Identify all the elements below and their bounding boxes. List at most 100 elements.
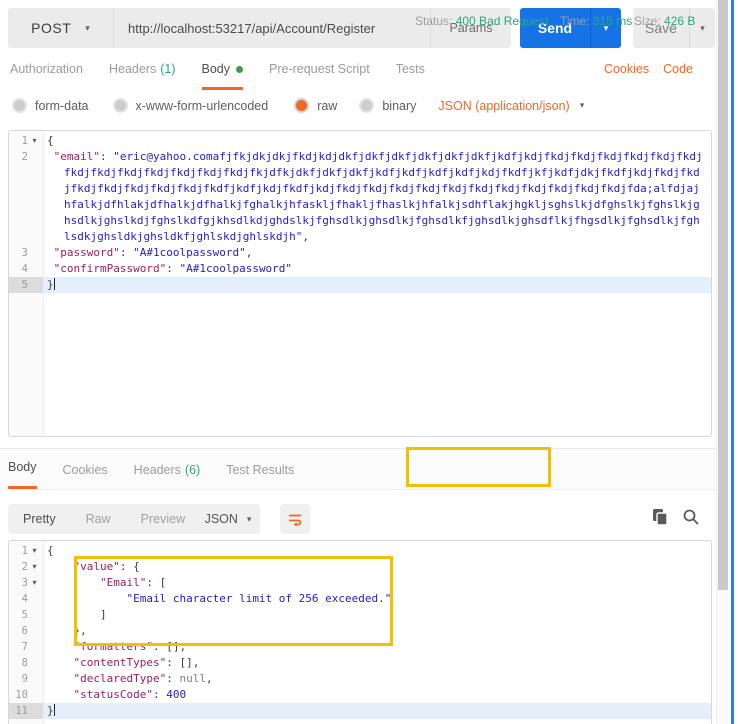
line-number: 9 xyxy=(9,671,28,687)
token-punc xyxy=(47,688,74,701)
gutter-cell: 3 xyxy=(9,245,43,261)
method-label: POST xyxy=(31,20,71,36)
fold-toggle-icon[interactable]: ▾ xyxy=(28,559,41,575)
response-view-group: Pretty Raw Preview xyxy=(8,504,200,534)
token-punc: : { xyxy=(120,560,140,573)
radio-binary[interactable]: binary xyxy=(359,98,416,113)
copy-response-button[interactable] xyxy=(652,508,669,532)
radio-icon xyxy=(113,98,128,113)
token-punc: : xyxy=(166,672,179,685)
token-punc xyxy=(47,576,100,589)
radio-label: binary xyxy=(382,99,416,113)
token-punc: }, xyxy=(47,624,87,637)
content-type-select[interactable]: JSON (application/json) ▾ xyxy=(438,99,584,113)
token-punc: : [ xyxy=(146,576,166,589)
response-tab-headers[interactable]: Headers(6) xyxy=(134,463,201,489)
radio-raw[interactable]: raw xyxy=(294,98,337,113)
line-number: 7 xyxy=(9,639,28,655)
fold-toggle-icon[interactable]: ▾ xyxy=(28,543,41,559)
size-value: 426 B xyxy=(664,14,695,28)
radio-form-data[interactable]: form-data xyxy=(12,98,89,113)
request-body-editor[interactable]: 1▾{2 "email": "eric@yahoo.comafjfkjdkjdk… xyxy=(8,130,712,437)
token-key: "confirmPassword" xyxy=(54,262,167,275)
cookies-link[interactable]: Cookies xyxy=(604,62,649,76)
code-link[interactable]: Code xyxy=(663,62,693,76)
token-atom: null xyxy=(179,672,206,685)
token-punc xyxy=(47,262,54,275)
gutter-cell: 11 xyxy=(9,703,43,719)
token-str: "eric@yahoo.comafjfkjdkjdkjfkdjkdjdkfjdk… xyxy=(64,150,703,243)
method-select[interactable]: POST ▾ xyxy=(8,8,114,48)
line-number: 3 xyxy=(9,245,28,261)
gutter-cell: 2 xyxy=(9,149,43,245)
wrap-text-button[interactable] xyxy=(280,504,310,534)
code-line: 8 "contentTypes": [], xyxy=(9,655,711,671)
content-type-label: JSON (application/json) xyxy=(438,99,569,113)
view-preview-button[interactable]: Preview xyxy=(126,504,200,534)
response-tab-body[interactable]: Body xyxy=(8,460,37,489)
text-cursor xyxy=(54,278,55,290)
token-punc xyxy=(47,672,74,685)
token-punc: ] xyxy=(47,608,107,621)
tab-label: Body xyxy=(202,62,231,76)
code-line: 6 }, xyxy=(9,623,711,639)
token-key: "value" xyxy=(74,560,120,573)
tab-pre-request-script[interactable]: Pre-request Script xyxy=(269,62,370,87)
token-punc xyxy=(47,560,74,573)
response-body-editor[interactable]: 1▾{2▾ "value": {3▾ "Email": [4 "Email ch… xyxy=(8,540,712,724)
request-tabs: Authorization Headers(1) Body Pre-reques… xyxy=(0,62,717,90)
code-text: ] xyxy=(43,607,711,623)
radio-x-www-form-urlencoded[interactable]: x-www-form-urlencoded xyxy=(113,98,269,113)
token-punc: , xyxy=(246,246,253,259)
body-type-selector: form-data x-www-form-urlencoded raw bina… xyxy=(12,98,712,113)
code-line: 7 "formatters": [], xyxy=(9,639,711,655)
response-meta-bar: Body Cookies Headers(6) Test Results xyxy=(0,448,717,490)
token-punc: : xyxy=(100,150,113,163)
gutter-cell: 8 xyxy=(9,655,43,671)
status-label: Status: xyxy=(415,14,452,28)
code-text: } xyxy=(43,277,711,293)
code-line: 3▾ "Email": [ xyxy=(9,575,711,591)
code-line: 5} xyxy=(9,277,711,293)
line-number: 6 xyxy=(9,623,28,639)
token-punc xyxy=(47,640,74,653)
code-text: { xyxy=(43,133,711,149)
response-format-select[interactable]: JSON ▾ xyxy=(196,504,260,534)
tab-label: Tests xyxy=(396,62,425,76)
code-line: 4 "Email character limit of 256 exceeded… xyxy=(9,591,711,607)
tab-headers[interactable]: Headers(1) xyxy=(109,62,176,87)
format-label: JSON xyxy=(205,512,238,526)
tab-tests[interactable]: Tests xyxy=(396,62,425,87)
gutter-cell: 1▾ xyxy=(9,543,43,559)
code-line: 2▾ "value": { xyxy=(9,559,711,575)
gutter-cell: 9 xyxy=(9,671,43,687)
gutter-cell: 5 xyxy=(9,277,43,293)
gutter-cell: 2▾ xyxy=(9,559,43,575)
token-punc xyxy=(47,150,54,163)
url-input[interactable] xyxy=(114,21,430,36)
token-key: "contentTypes" xyxy=(74,656,167,669)
fold-toggle-icon[interactable]: ▾ xyxy=(28,133,41,149)
view-raw-button[interactable]: Raw xyxy=(71,504,126,534)
time-label: Time: xyxy=(560,14,590,28)
chevron-down-icon: ▾ xyxy=(85,24,90,33)
token-key: "Email" xyxy=(100,576,146,589)
code-text: { xyxy=(43,543,711,559)
radio-label: form-data xyxy=(35,99,89,113)
response-tab-cookies[interactable]: Cookies xyxy=(63,463,108,489)
view-pretty-button[interactable]: Pretty xyxy=(8,504,71,534)
token-punc: } xyxy=(47,278,54,291)
chevron-down-icon: ▾ xyxy=(700,24,705,33)
tab-label: Cookies xyxy=(63,463,108,477)
gutter-cell: 4 xyxy=(9,261,43,277)
gutter-cell: 4 xyxy=(9,591,43,607)
tab-authorization[interactable]: Authorization xyxy=(10,62,83,87)
search-response-button[interactable] xyxy=(682,508,700,531)
tab-body[interactable]: Body xyxy=(202,62,244,90)
radio-icon xyxy=(12,98,27,113)
line-number: 10 xyxy=(9,687,28,703)
fold-toggle-icon[interactable]: ▾ xyxy=(28,575,41,591)
tab-label: Headers xyxy=(109,62,156,76)
response-tab-test-results[interactable]: Test Results xyxy=(226,463,294,489)
vertical-scrollbar-thumb[interactable] xyxy=(718,0,728,590)
